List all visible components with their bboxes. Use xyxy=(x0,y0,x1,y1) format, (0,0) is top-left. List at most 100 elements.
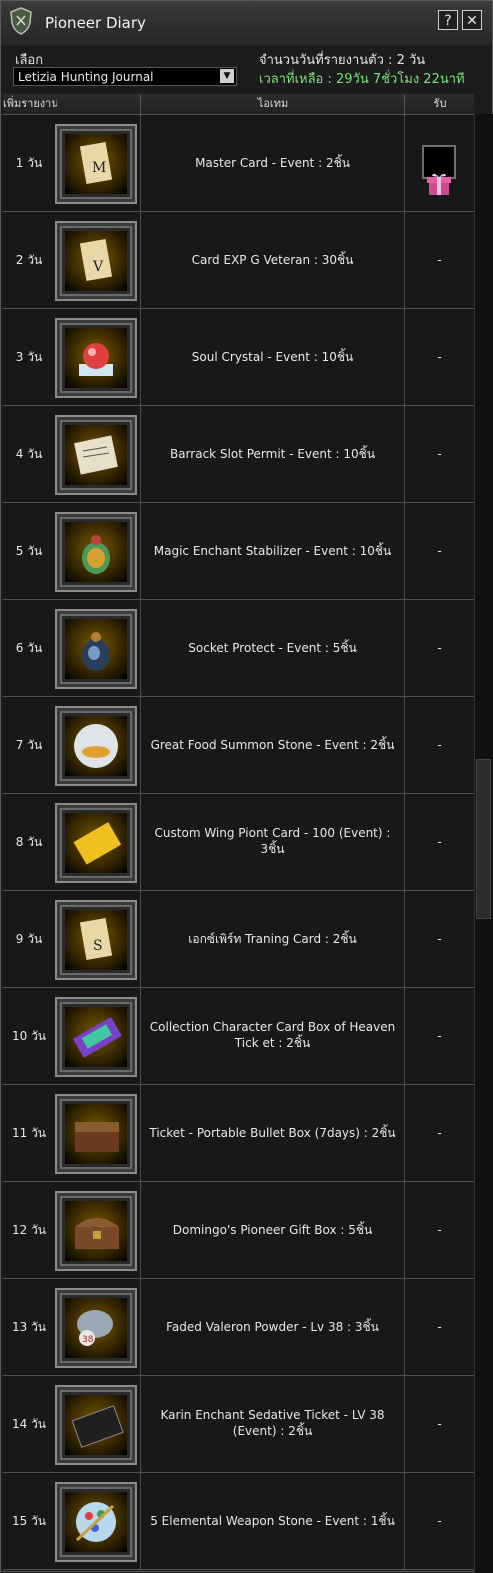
item-slot[interactable] xyxy=(55,609,137,689)
dropdown-value: Letizia Hunting Journal xyxy=(18,70,154,84)
item-slot[interactable] xyxy=(55,1482,137,1562)
svg-text:V: V xyxy=(92,259,104,275)
table-row: 9 วัน S เอกซ์เพิร์ท Traning Card : 2ชิ้น - xyxy=(3,891,474,988)
svg-text:S: S xyxy=(93,938,103,954)
row-receive[interactable] xyxy=(404,115,474,211)
item-slot[interactable] xyxy=(55,1385,137,1465)
row-item-name: Karin Enchant Sedative Ticket - LV 38 (E… xyxy=(140,1376,404,1472)
row-receive: - xyxy=(404,1085,474,1181)
soul-crystal-icon xyxy=(79,343,113,376)
receive-status: - xyxy=(437,641,442,655)
shield-emblem-icon xyxy=(10,7,32,35)
title-bar[interactable]: Pioneer Diary ? ✕ xyxy=(1,1,492,45)
row-item-name: 5 Elemental Weapon Stone - Event : 1ชิ้น xyxy=(140,1473,404,1569)
item-slot[interactable] xyxy=(55,803,137,883)
row-item-name: Faded Valeron Powder - Lv 38 : 3ชิ้น xyxy=(140,1279,404,1375)
table-row: 5 วัน Magic Enchant Stabilizer - Event : … xyxy=(3,503,474,600)
header-day: เพิ่มรายงานตัว xyxy=(3,97,57,110)
row-day: 14 วัน xyxy=(11,1417,47,1431)
bullet-box-icon xyxy=(75,1122,119,1152)
receive-status: - xyxy=(437,1514,442,1528)
item-slot[interactable] xyxy=(55,997,137,1077)
rainbow-ticket-icon xyxy=(72,1016,122,1058)
scroll-thumb[interactable] xyxy=(476,759,491,919)
training-card-icon: S xyxy=(79,918,113,960)
item-slot[interactable] xyxy=(55,1094,137,1174)
row-item-name: Custom Wing Piont Card - 100 (Event) : 3… xyxy=(140,794,404,890)
card-exp-icon: V xyxy=(79,239,113,281)
row-receive: - xyxy=(404,309,474,405)
row-day: 12 วัน xyxy=(11,1223,47,1237)
row-receive: - xyxy=(404,697,474,793)
row-item-name: เอกซ์เพิร์ท Traning Card : 2ชิ้น xyxy=(140,891,404,987)
table-row: 10 วัน Collection Character Card Box of H… xyxy=(3,988,474,1085)
header-item: ไอเทม xyxy=(140,94,405,114)
item-slot[interactable]: M xyxy=(55,124,137,204)
table-row: 4 วัน Barrack Slot Permit - Event : 10ชิ้… xyxy=(3,406,474,503)
table-row: 15 วัน 5 Elemental Weapon Stone - Event :… xyxy=(3,1473,474,1570)
row-item-name: Great Food Summon Stone - Event : 2ชิ้น xyxy=(140,697,404,793)
row-day: 8 วัน xyxy=(15,835,43,849)
gift-box-icon[interactable] xyxy=(422,145,456,195)
row-day: 11 วัน xyxy=(11,1126,47,1140)
receive-status: - xyxy=(437,1223,442,1237)
row-day: 13 วัน xyxy=(11,1320,47,1334)
table-row: 3 วัน Soul Crystal - Event : 10ชิ้น - xyxy=(3,309,474,406)
row-receive: - xyxy=(404,1473,474,1569)
item-slot[interactable]: S xyxy=(55,900,137,980)
svg-text:38: 38 xyxy=(82,1335,94,1345)
row-receive: - xyxy=(404,891,474,987)
table-row: 11 วัน Ticket - Portable Bullet Box (7day… xyxy=(3,1085,474,1182)
table-row: 1 วัน M Master Card - Event : 2ชิ้น xyxy=(3,115,474,212)
receive-status: - xyxy=(437,350,442,364)
receive-status: - xyxy=(437,835,442,849)
master-card-icon: M xyxy=(79,142,113,184)
row-day: 1 วัน xyxy=(15,156,43,170)
row-item-name: Socket Protect - Event : 5ชิ้น xyxy=(140,600,404,696)
treasure-chest-icon xyxy=(75,1218,119,1249)
row-day: 6 วัน xyxy=(15,641,43,655)
row-day: 4 วัน xyxy=(15,447,43,461)
receive-status: - xyxy=(437,932,442,946)
item-slot[interactable] xyxy=(55,706,137,786)
journal-dropdown[interactable]: Letizia Hunting Journal ▼ xyxy=(13,67,237,86)
item-slot[interactable]: V xyxy=(55,221,137,301)
powder-bag-icon: 38 xyxy=(77,1310,113,1346)
svg-text:M: M xyxy=(92,160,106,176)
help-button[interactable]: ? xyxy=(438,10,458,30)
row-receive: - xyxy=(404,1376,474,1472)
row-item-name: Ticket - Portable Bullet Box (7days) : 2… xyxy=(140,1085,404,1181)
item-slot[interactable] xyxy=(55,318,137,398)
wing-card-icon xyxy=(73,822,122,865)
item-slot[interactable] xyxy=(55,512,137,592)
item-slot[interactable] xyxy=(55,1191,137,1271)
row-receive: - xyxy=(404,212,474,308)
row-receive: - xyxy=(404,1279,474,1375)
item-slot[interactable]: 38 xyxy=(55,1288,137,1368)
row-item-name: Master Card - Event : 2ชิ้น xyxy=(140,115,404,211)
receive-status: - xyxy=(437,253,442,267)
row-day: 7 วัน xyxy=(15,738,43,752)
row-receive: - xyxy=(404,794,474,890)
receive-status: - xyxy=(437,447,442,461)
row-day: 9 วัน xyxy=(15,932,43,946)
row-receive: - xyxy=(404,1182,474,1278)
header-receive: รับ xyxy=(404,94,475,114)
row-item-name: Domingo's Pioneer Gift Box : 5ชิ้น xyxy=(140,1182,404,1278)
receive-status: - xyxy=(437,738,442,752)
receive-status: - xyxy=(437,544,442,558)
chevron-down-icon[interactable]: ▼ xyxy=(220,69,234,83)
scrollbar[interactable] xyxy=(474,114,493,1573)
row-day: 10 วัน xyxy=(11,1029,47,1043)
close-button[interactable]: ✕ xyxy=(462,10,482,30)
row-receive: - xyxy=(404,988,474,1084)
permit-scroll-icon xyxy=(74,435,118,475)
table-header: เพิ่มรายงานตัว ไอเทม รับ xyxy=(3,94,474,115)
row-item-name: Magic Enchant Stabilizer - Event : 10ชิ้… xyxy=(140,503,404,599)
receive-status: - xyxy=(437,1417,442,1431)
table-row: 12 วัน Domingo's Pioneer Gift Box : 5ชิ้น… xyxy=(3,1182,474,1279)
item-slot[interactable] xyxy=(55,415,137,495)
table-row: 2 วัน V Card EXP G Veteran : 30ชิ้น - xyxy=(3,212,474,309)
row-item-name: Soul Crystal - Event : 10ชิ้น xyxy=(140,309,404,405)
row-day: 15 วัน xyxy=(11,1514,47,1528)
